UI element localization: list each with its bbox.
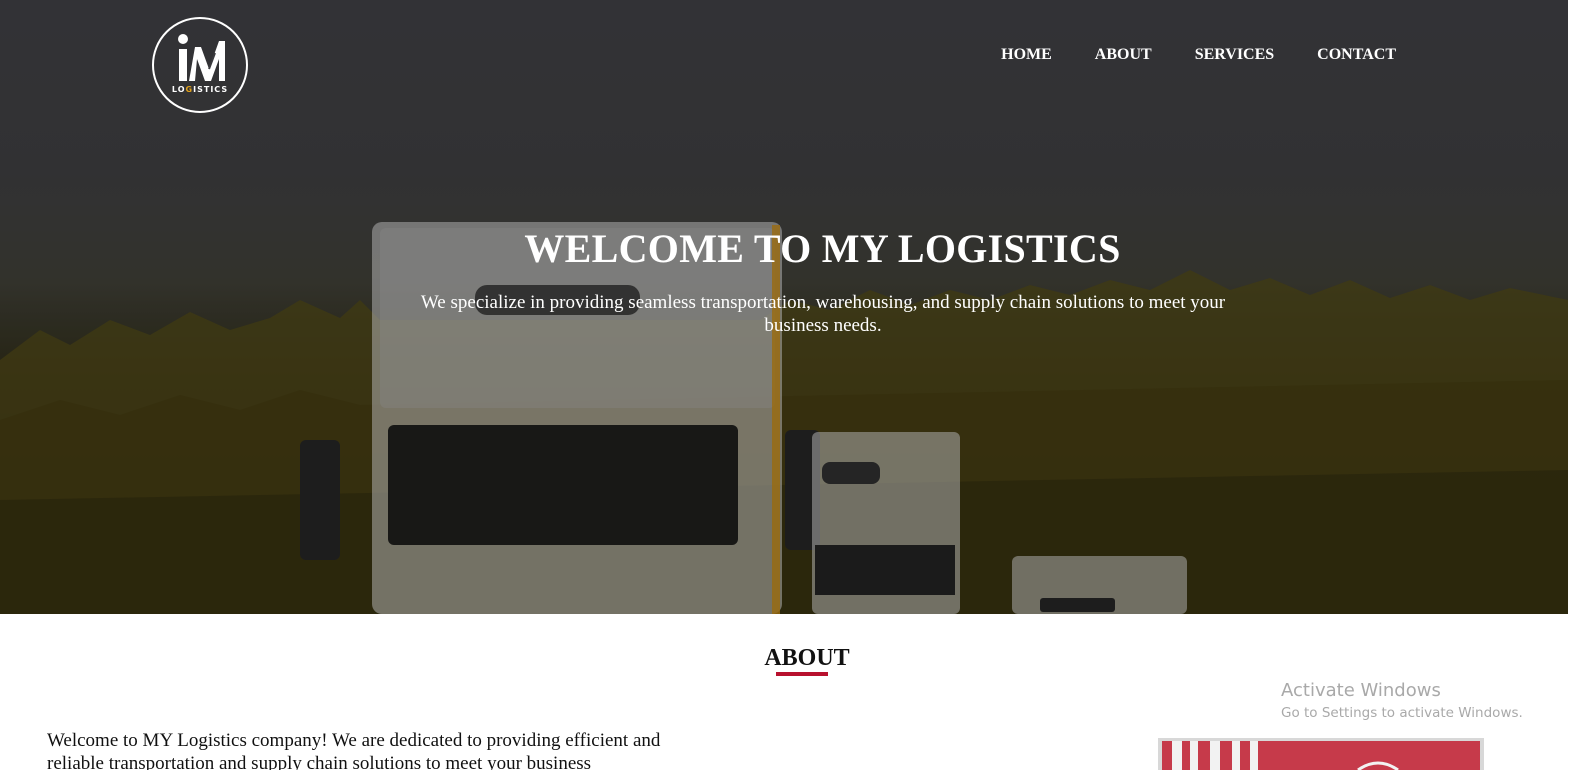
windows-activation-watermark: Activate Windows Go to Settings to activ… <box>1281 680 1523 721</box>
hero-subtitle: We specialize in providing seamless tran… <box>420 292 1226 336</box>
about-text: Welcome to MY Logistics company! We are … <box>47 730 661 770</box>
hero-title: WELCOME TO MY LOGISTICS <box>524 226 1121 271</box>
main-nav: HOME ABOUT SERVICES CONTACT <box>958 46 1396 64</box>
my-logistics-logo-icon <box>178 33 225 81</box>
watermark-title: Activate Windows <box>1281 680 1441 701</box>
page-scrollbar[interactable] <box>1568 0 1585 770</box>
nav-home[interactable]: HOME <box>1001 46 1052 64</box>
logo-wordmark: LOGISTICS <box>171 84 229 94</box>
about-heading: ABOUT <box>764 645 850 671</box>
nav-services[interactable]: SERVICES <box>1195 46 1274 64</box>
nav-contact[interactable]: CONTACT <box>1317 46 1396 64</box>
hero-section: LOGISTICS HOME ABOUT SERVICES CONTACT WE… <box>0 0 1568 614</box>
watermark-subtitle: Go to Settings to activate Windows. <box>1281 705 1523 721</box>
logo[interactable]: LOGISTICS <box>152 17 248 113</box>
about-heading-underline <box>776 672 828 676</box>
about-truck-image <box>1158 738 1484 770</box>
nav-about[interactable]: ABOUT <box>1095 46 1152 64</box>
